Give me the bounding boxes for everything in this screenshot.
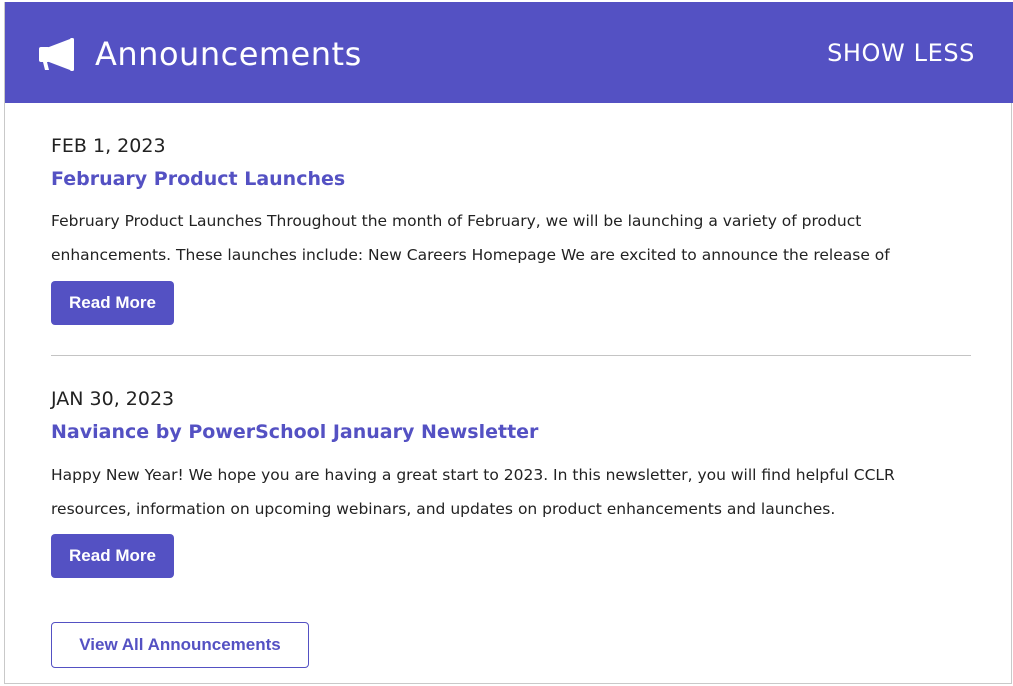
- announcements-card: Announcements SHOW LESS FEB 1, 2023 Febr…: [4, 2, 1013, 684]
- announcement-title-link[interactable]: Naviance by PowerSchool January Newslett…: [51, 419, 538, 445]
- announcement-body: Happy New Year! We hope you are having a…: [51, 458, 981, 526]
- announcement-body-line: Happy New Year! We hope you are having a…: [51, 466, 895, 484]
- read-more-button[interactable]: Read More: [51, 281, 174, 325]
- megaphone-icon: [39, 38, 74, 71]
- announcement-date: JAN 30, 2023: [51, 388, 175, 410]
- announcement-date: FEB 1, 2023: [51, 135, 166, 157]
- announcement-body-line: enhancements. These launches include: Ne…: [51, 246, 890, 264]
- announcement-body-line: resources, information on upcoming webin…: [51, 500, 836, 518]
- divider: [51, 355, 971, 356]
- announcements-header: Announcements SHOW LESS: [5, 2, 1013, 103]
- show-less-button[interactable]: SHOW LESS: [827, 36, 975, 70]
- announcement-body: February Product Launches Throughout the…: [51, 204, 981, 272]
- announcement-body-line: February Product Launches Throughout the…: [51, 212, 862, 230]
- page-title: Announcements: [95, 35, 362, 73]
- read-more-button[interactable]: Read More: [51, 534, 174, 578]
- view-all-announcements-button[interactable]: View All Announcements: [51, 622, 309, 668]
- announcement-title-link[interactable]: February Product Launches: [51, 166, 345, 192]
